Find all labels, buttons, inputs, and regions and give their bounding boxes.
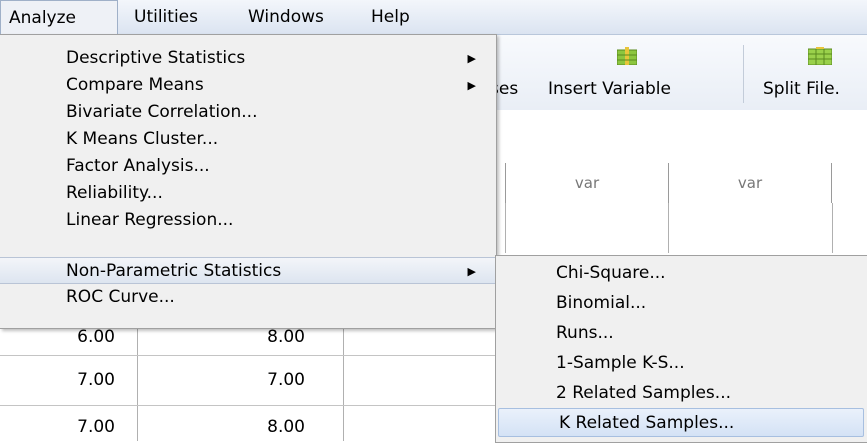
menu-analyze[interactable]: Analyze bbox=[0, 0, 118, 35]
menu-item-factor-analysis[interactable]: Factor Analysis... bbox=[0, 153, 496, 180]
menu-item-compare-means[interactable]: Compare Means ▶ bbox=[0, 72, 496, 99]
grid-line bbox=[505, 203, 506, 253]
grid-line bbox=[0, 355, 495, 356]
cell-editor-bar[interactable] bbox=[480, 110, 867, 151]
menu-item-descriptive-statistics[interactable]: Descriptive Statistics ▶ bbox=[0, 45, 496, 72]
analyze-menu: Descriptive Statistics ▶ Compare Means ▶… bbox=[0, 34, 497, 329]
column-header-var[interactable]: var bbox=[505, 163, 669, 203]
menu-bar: Analyze Utilities Windows Help bbox=[0, 0, 867, 35]
menu-item-label: Descriptive Statistics bbox=[66, 48, 246, 68]
submenu-arrow-icon: ▶ bbox=[467, 265, 476, 278]
submenu-item-binomial[interactable]: Binomial... bbox=[496, 289, 867, 318]
menu-item-label: Compare Means bbox=[66, 75, 204, 95]
toolbar: ses Insert Variable Split File. bbox=[480, 35, 867, 111]
menu-item-label: Factor Analysis... bbox=[66, 156, 210, 176]
submenu-arrow-icon: ▶ bbox=[467, 79, 476, 92]
menu-item-reliability[interactable]: Reliability... bbox=[0, 180, 496, 207]
toolbar-separator bbox=[743, 45, 744, 103]
menu-item-label: Reliability... bbox=[66, 183, 163, 203]
menu-item-roc-curve[interactable]: ROC Curve... bbox=[0, 284, 496, 311]
grid-line bbox=[137, 327, 138, 441]
submenu-item-runs[interactable]: Runs... bbox=[496, 319, 867, 348]
menu-item-bivariate-correlation[interactable]: Bivariate Correlation... bbox=[0, 99, 496, 126]
menu-item-label: Non-Parametric Statistics bbox=[66, 261, 282, 281]
submenu-arrow-icon: ▶ bbox=[467, 52, 476, 65]
insert-variable-icon[interactable] bbox=[616, 47, 638, 66]
split-file-icon[interactable] bbox=[807, 47, 833, 66]
data-cell[interactable]: 7.00 bbox=[230, 370, 305, 390]
column-header-var[interactable]: var bbox=[668, 163, 832, 203]
menu-item-label: Linear Regression... bbox=[66, 210, 234, 230]
submenu-item-1-sample-ks[interactable]: 1-Sample K-S... bbox=[496, 349, 867, 378]
submenu-item-2-related-samples[interactable]: 2 Related Samples... bbox=[496, 379, 867, 408]
data-cell[interactable]: 7.00 bbox=[40, 417, 115, 437]
grid-line bbox=[0, 405, 495, 406]
insert-variable-button[interactable]: Insert Variable bbox=[548, 79, 671, 99]
split-file-button[interactable]: Split File. bbox=[763, 79, 840, 99]
data-cell[interactable]: 8.00 bbox=[230, 417, 305, 437]
menu-utilities[interactable]: Utilities bbox=[126, 0, 206, 34]
menu-item-k-means-cluster[interactable]: K Means Cluster... bbox=[0, 126, 496, 153]
grid-line bbox=[668, 203, 669, 253]
data-cell[interactable]: 8.00 bbox=[230, 327, 305, 347]
menu-item-non-parametric-statistics[interactable]: Non-Parametric Statistics ▶ bbox=[0, 257, 496, 284]
menu-item-label: Bivariate Correlation... bbox=[66, 102, 258, 122]
submenu-item-chi-square[interactable]: Chi-Square... bbox=[496, 259, 867, 288]
grid-line bbox=[343, 327, 344, 441]
menu-windows[interactable]: Windows bbox=[240, 0, 332, 34]
submenu-item-k-related-samples[interactable]: K Related Samples... bbox=[498, 408, 864, 437]
data-cell[interactable]: 7.00 bbox=[40, 370, 115, 390]
menu-help[interactable]: Help bbox=[363, 0, 418, 34]
nonparametric-submenu: Chi-Square... Binomial... Runs... 1-Samp… bbox=[495, 255, 867, 443]
menu-item-label: K Means Cluster... bbox=[66, 129, 219, 149]
menu-item-linear-regression[interactable]: Linear Regression... bbox=[0, 207, 496, 234]
menu-item-label: ROC Curve... bbox=[66, 287, 175, 307]
data-cell[interactable]: 6.00 bbox=[40, 327, 115, 347]
grid-line bbox=[832, 203, 833, 253]
